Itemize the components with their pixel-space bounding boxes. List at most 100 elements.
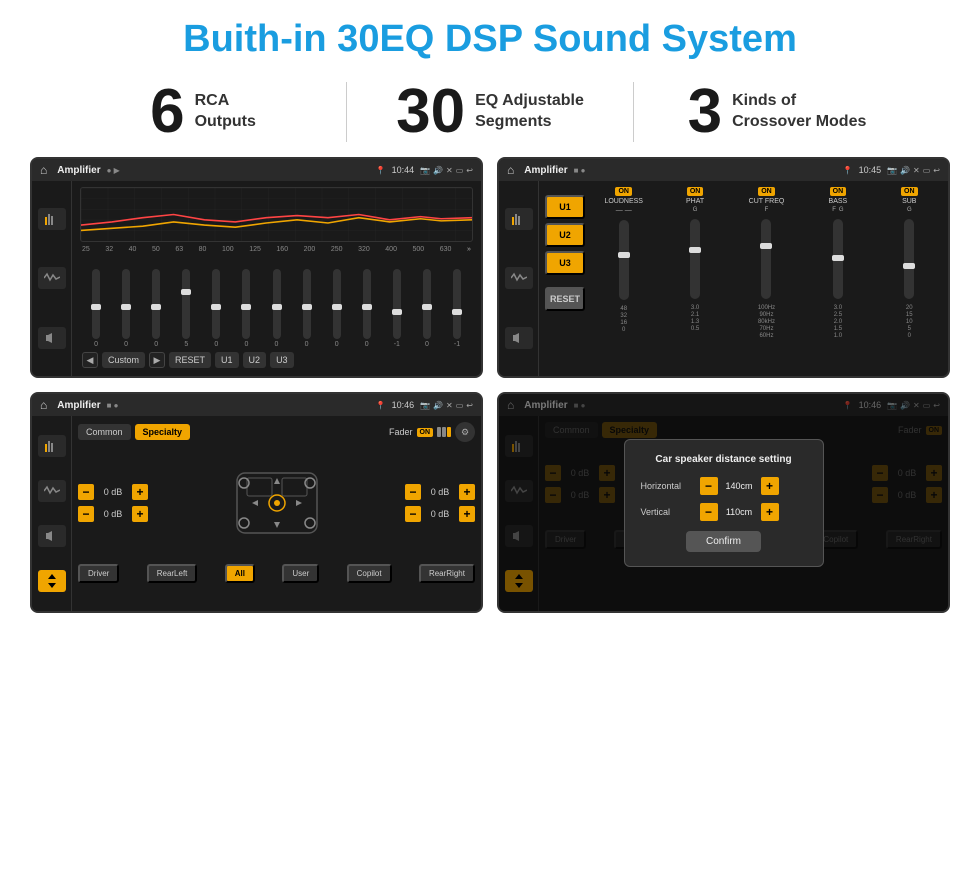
eq-handle-7[interactable] xyxy=(302,304,312,310)
db-fl-plus[interactable]: + xyxy=(132,484,148,500)
fader-all-button[interactable]: All xyxy=(225,564,255,583)
eq-handle-8[interactable] xyxy=(332,304,342,310)
eq-track-8[interactable] xyxy=(333,269,341,339)
crossover-battery-icon: ▭ xyxy=(923,166,931,175)
crossover-title: Amplifier xyxy=(524,165,567,176)
bass-slider[interactable] xyxy=(833,219,843,299)
eq-custom-button[interactable]: Custom xyxy=(102,352,145,368)
eq-val-11: 0 xyxy=(425,341,429,348)
fader-rearright-button[interactable]: RearRight xyxy=(419,564,475,583)
preset-u2-button[interactable]: U2 xyxy=(545,223,585,247)
eq-u2-button[interactable]: U2 xyxy=(243,352,267,368)
eq-track-10[interactable] xyxy=(393,269,401,339)
phat-handle[interactable] xyxy=(689,247,701,253)
sub-slider[interactable] xyxy=(904,219,914,299)
preset-reset-button[interactable]: RESET xyxy=(545,287,585,311)
fader-copilot-button[interactable]: Copilot xyxy=(347,564,392,583)
eq-track-11[interactable] xyxy=(423,269,431,339)
preset-u1-button[interactable]: U1 xyxy=(545,195,585,219)
cutfreq-slider[interactable] xyxy=(761,219,771,299)
db-rr-plus[interactable]: + xyxy=(459,506,475,522)
loudness-handle[interactable] xyxy=(618,252,630,258)
eq-handle-0[interactable] xyxy=(91,304,101,310)
crossover-sidebar-speaker-icon[interactable] xyxy=(505,327,533,349)
fader-back-icon: ↩ xyxy=(466,401,473,410)
dialog-overlay: Car speaker distance setting Horizontal … xyxy=(499,394,948,611)
phat-slider[interactable] xyxy=(690,219,700,299)
eq-track-9[interactable] xyxy=(363,269,371,339)
dialog-vertical-minus[interactable]: − xyxy=(700,503,718,521)
db-fr-minus[interactable]: − xyxy=(405,484,421,500)
eq-track-6[interactable] xyxy=(273,269,281,339)
eq-track-1[interactable] xyxy=(122,269,130,339)
eq-handle-4[interactable] xyxy=(211,304,221,310)
eq-handle-12[interactable] xyxy=(452,309,462,315)
preset-u3-button[interactable]: U3 xyxy=(545,251,585,275)
db-rl-minus[interactable]: − xyxy=(78,506,94,522)
screen-dialog: ⌂ Amplifier ■ ● 📍 10:46 📷 🔊 ✕ ▭ ↩ xyxy=(497,392,950,613)
eq-next-button[interactable]: ▶ xyxy=(149,352,165,368)
eq-handle-6[interactable] xyxy=(272,304,282,310)
freq-320: 320 xyxy=(358,246,370,253)
fader-settings-icon[interactable]: ⚙ xyxy=(455,422,475,442)
eq-u1-button[interactable]: U1 xyxy=(215,352,239,368)
eq-reset-button[interactable]: RESET xyxy=(169,352,211,368)
loudness-slider[interactable] xyxy=(619,220,629,300)
fader-sidebar-eq-icon[interactable] xyxy=(38,435,66,457)
eq-sliders: 0 0 0 5 0 xyxy=(80,257,473,348)
fader-location-icon: 📍 xyxy=(376,401,386,410)
eq-track-7[interactable] xyxy=(303,269,311,339)
crossover-location-icon: 📍 xyxy=(843,166,853,175)
eq-handle-2[interactable] xyxy=(151,304,161,310)
dialog-vertical-plus[interactable]: + xyxy=(761,503,779,521)
crossover-sidebar-wave-icon[interactable] xyxy=(505,267,533,289)
eq-time: 10:44 xyxy=(392,165,415,175)
db-rl-plus[interactable]: + xyxy=(132,506,148,522)
channel-sub: ON SUB G 20 15 10 5 0 xyxy=(877,187,942,370)
fader-sidebar xyxy=(32,416,72,611)
freq-125: 125 xyxy=(249,246,261,253)
fader-common-tab[interactable]: Common xyxy=(78,424,131,440)
db-control-rl: − 0 dB + xyxy=(78,506,148,522)
eq-prev-button[interactable]: ◀ xyxy=(82,352,98,368)
crossover-sidebar-eq-icon[interactable] xyxy=(505,208,533,230)
fader-sidebar-wave-icon[interactable] xyxy=(38,480,66,502)
eq-track-3[interactable] xyxy=(182,269,190,339)
fader-driver-button[interactable]: Driver xyxy=(78,564,119,583)
eq-handle-1[interactable] xyxy=(121,304,131,310)
eq-track-4[interactable] xyxy=(212,269,220,339)
eq-handle-10[interactable] xyxy=(392,309,402,315)
dialog-box-title: Car speaker distance setting xyxy=(641,454,807,465)
eq-track-5[interactable] xyxy=(242,269,250,339)
eq-sidebar-wave-icon[interactable] xyxy=(38,267,66,289)
fader-user-button[interactable]: User xyxy=(282,564,319,583)
fader-sidebar-speaker-icon[interactable] xyxy=(38,525,66,547)
eq-track-12[interactable] xyxy=(453,269,461,339)
fader-specialty-tab[interactable]: Specialty xyxy=(135,424,191,440)
eq-handle-3[interactable] xyxy=(181,289,191,295)
eq-handle-11[interactable] xyxy=(422,304,432,310)
fader-rearleft-button[interactable]: RearLeft xyxy=(147,564,198,583)
eq-sidebar-speaker-icon[interactable] xyxy=(38,327,66,349)
crossover-topbar: ⌂ Amplifier ■ ● 📍 10:45 📷 🔊 ✕ ▭ ↩ xyxy=(499,159,948,181)
db-rr-minus[interactable]: − xyxy=(405,506,421,522)
db-fl-minus[interactable]: − xyxy=(78,484,94,500)
fader-sidebar-arrows-icon[interactable] xyxy=(38,570,66,592)
eq-sidebar-eq-icon[interactable] xyxy=(38,208,66,230)
eq-status-icons: 📷 🔊 ✕ ▭ ↩ xyxy=(420,166,473,175)
dialog-horizontal-minus[interactable]: − xyxy=(700,477,718,495)
bass-handle[interactable] xyxy=(832,255,844,261)
db-fr-plus[interactable]: + xyxy=(459,484,475,500)
eq-handle-9[interactable] xyxy=(362,304,372,310)
eq-u3-button[interactable]: U3 xyxy=(270,352,294,368)
eq-handle-5[interactable] xyxy=(241,304,251,310)
eq-track-2[interactable] xyxy=(152,269,160,339)
sub-handle[interactable] xyxy=(903,263,915,269)
cutfreq-handle[interactable] xyxy=(760,243,772,249)
eq-val-0: 0 xyxy=(94,341,98,348)
eq-track-0[interactable] xyxy=(92,269,100,339)
dialog-horizontal-plus[interactable]: + xyxy=(761,477,779,495)
dialog-confirm-button[interactable]: Confirm xyxy=(686,531,761,552)
freq-arrow: » xyxy=(467,246,471,253)
freq-160: 160 xyxy=(276,246,288,253)
